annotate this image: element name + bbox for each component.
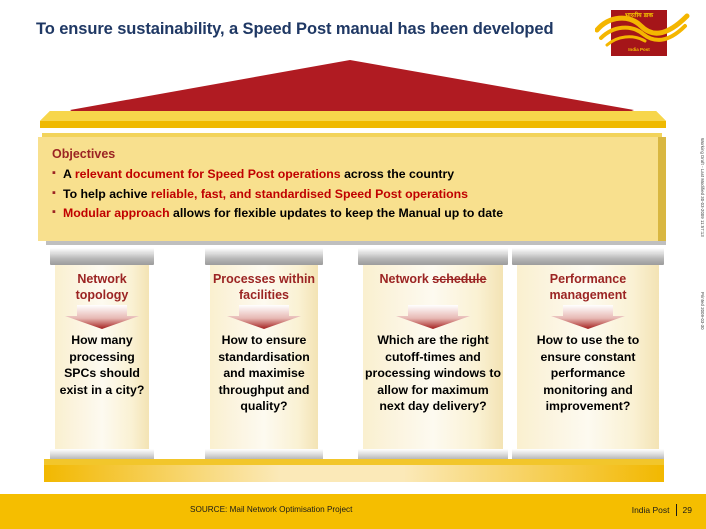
objectives-heading: Objectives [52, 147, 116, 161]
down-arrow-icon [551, 305, 625, 329]
objectives-box: Objectives ▪ A relevant document for Spe… [38, 137, 658, 241]
red-roof-pediment [70, 60, 634, 114]
top-platform [40, 111, 666, 128]
down-arrow-icon [227, 305, 301, 329]
pillar-question: How to use the to ensure constant perfor… [536, 333, 640, 414]
bullet-icon: ▪ [52, 167, 56, 179]
sidenote-working-draft: Working Draft - Last Modified 30-03-2009… [700, 138, 705, 237]
pillar-header-strikethrough: schedule [432, 272, 487, 286]
pillar-capital [205, 248, 323, 265]
slide: To ensure sustainability, a Speed Post m… [0, 0, 706, 529]
list-item: ▪ A relevant document for Speed Post ope… [52, 165, 648, 184]
pillar-capital [512, 248, 664, 265]
bullet-icon: ▪ [52, 186, 56, 199]
footer-brand: India Post [631, 505, 670, 515]
footer-bar: SOURCE: Mail Network Optimisation Projec… [0, 494, 706, 529]
pillar-header: Performance management [549, 272, 627, 302]
pillars-group: Network topology How many processing SPC… [0, 248, 706, 474]
pillar-question: How to ensure standardisation and maximi… [218, 333, 310, 414]
list-item: ▪ To help achive reliable, fast, and sta… [52, 185, 648, 204]
india-post-logo: भारतीय डाक India Post [595, 8, 693, 60]
footer-divider [675, 504, 677, 516]
bottom-platform [44, 459, 664, 482]
objectives-item-text: Modular approach allows for flexible upd… [63, 206, 504, 221]
bullet-icon: ▪ [52, 206, 56, 219]
logo-english-text: India Post [628, 47, 650, 52]
pillar-network-topology: Network topology How many processing SPC… [50, 248, 154, 466]
pillar-question: How many processing SPCs should exist in… [59, 333, 145, 397]
pillar-performance-management: Performance management How to use the to… [512, 248, 664, 466]
sidenote-printed: Printed 2009-03-30 [700, 292, 705, 330]
logo-hindi-text: भारतीय डाक [624, 12, 654, 19]
down-arrow-icon [65, 305, 139, 329]
pillar-header: Processes within facilities [212, 272, 316, 302]
list-item: ▪ Modular approach allows for flexible u… [52, 204, 648, 223]
page-number: 29 [682, 505, 692, 515]
objectives-item-text: To help achive reliable, fast, and stand… [63, 186, 468, 201]
pillar-capital [358, 248, 508, 265]
pillar-question: Which are the right cutoff-times and pro… [365, 333, 501, 414]
page-title: To ensure sustainability, a Speed Post m… [36, 20, 554, 38]
pillar-capital [50, 248, 154, 265]
objectives-list: ▪ A relevant document for Speed Post ope… [52, 165, 648, 224]
footer-brand-group: India Post 29 [632, 504, 692, 516]
pillar-header: Network topology [75, 272, 129, 302]
pillar-processes-within-facilities: Processes within facilities How to ensur… [205, 248, 323, 466]
pillar-network-schedule: Network schedule Which are the right cut… [358, 248, 508, 480]
objectives-side-edge [658, 137, 666, 241]
objectives-item-text: A relevant document for Speed Post opera… [63, 167, 455, 181]
pillar-header: Network schedule [379, 272, 487, 286]
footer-source: SOURCE: Mail Network Optimisation Projec… [190, 505, 353, 514]
objectives-panel: Objectives ▪ A relevant document for Spe… [38, 133, 666, 245]
down-arrow-icon [396, 305, 470, 329]
